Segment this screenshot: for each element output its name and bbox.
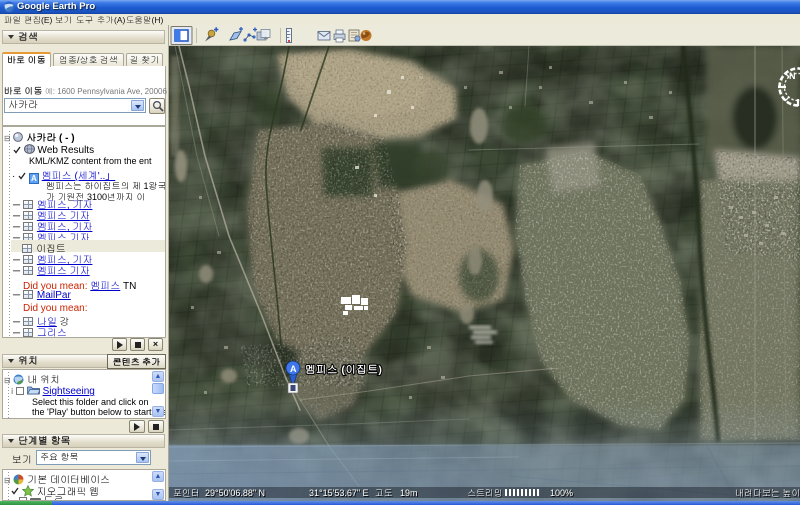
svg-text:멤피스 (이집트): 멤피스 (이집트) [305,361,382,376]
svg-text:100%: 100% [550,486,573,499]
svg-text:29°50'06.88" N: 29°50'06.88" N [205,486,265,499]
svg-text:A: A [290,364,297,374]
svg-text:스트리밍: 스트리밍 [467,486,503,499]
svg-text:19m: 19m [400,486,418,499]
svg-text:고도: 고도 [375,486,393,499]
svg-text:N: N [789,71,796,81]
svg-text:내려다보는 높이: 내려다보는 높이 [735,486,800,499]
svg-text:31°15'53.67" E: 31°15'53.67" E [309,486,369,499]
svg-text:포인터: 포인터 [173,486,200,499]
